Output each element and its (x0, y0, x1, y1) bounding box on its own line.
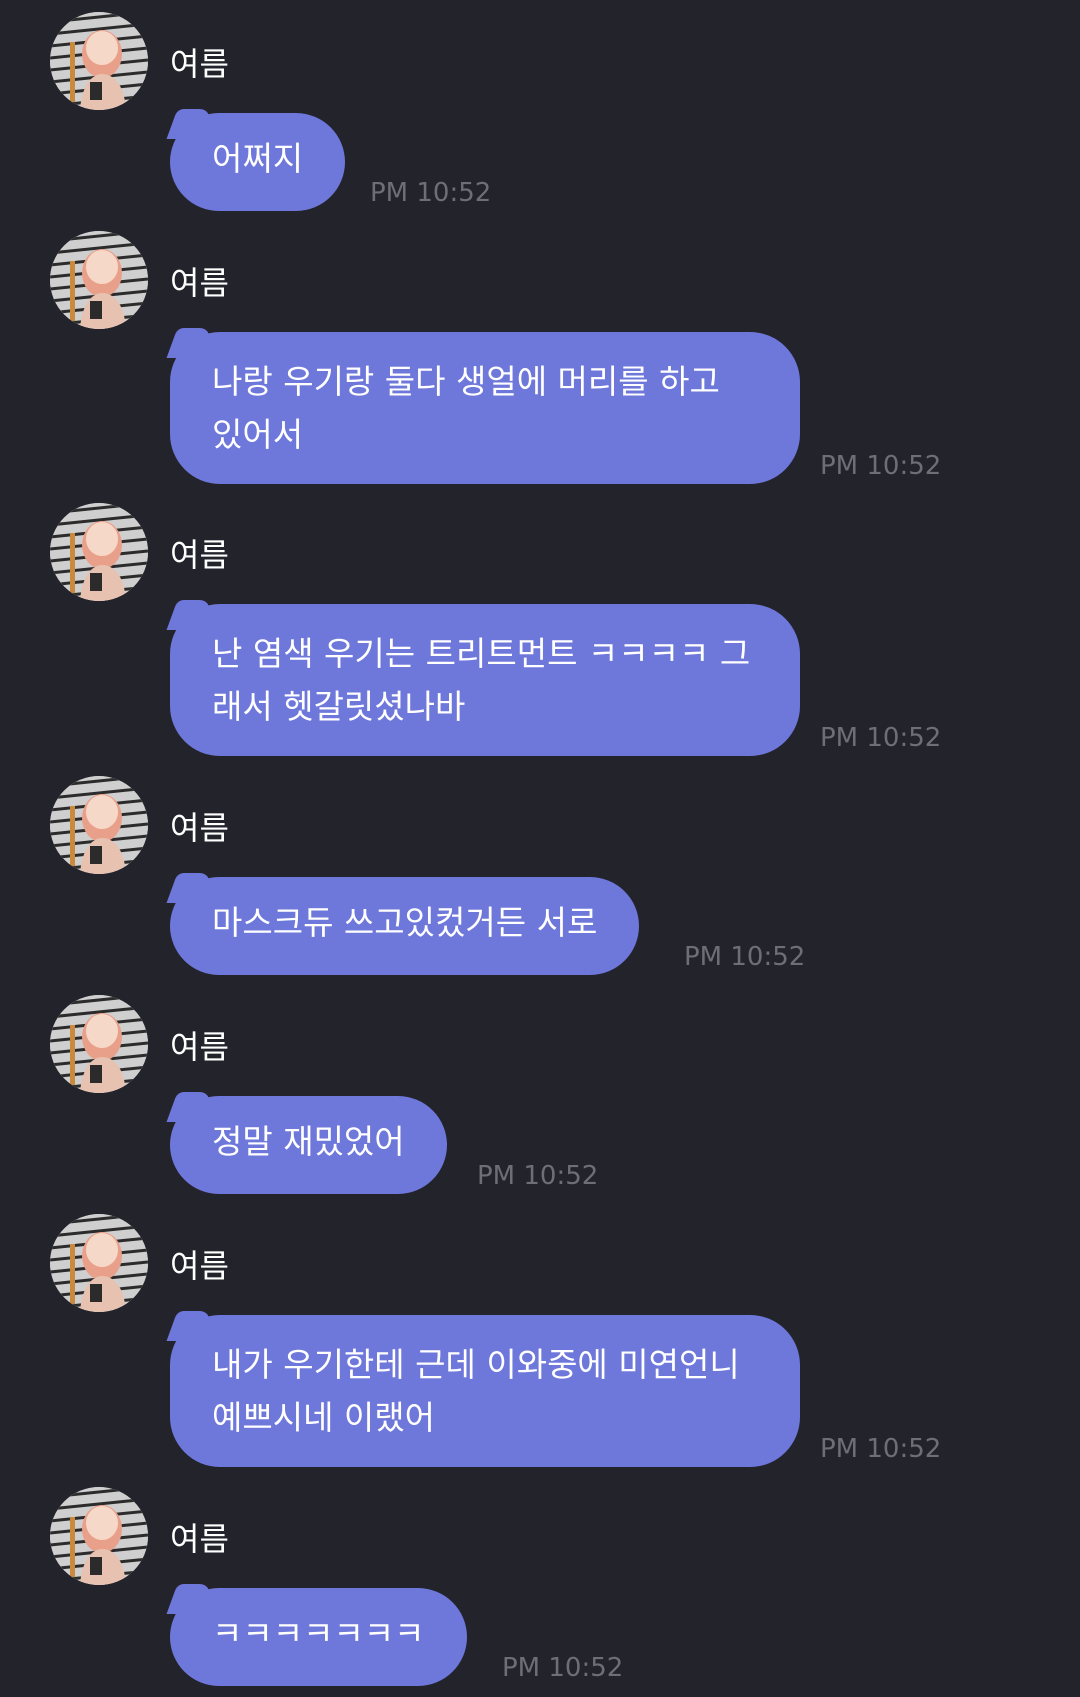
avatar[interactable] (50, 1487, 148, 1585)
chat-log: 여름 어쩌지 PM 10:52 여름 나랑 우기랑 둘다 생얼에 머리를 하고 … (0, 0, 1080, 1697)
message-bubble[interactable]: 나랑 우기랑 둘다 생얼에 머리를 하고 있어서 (170, 332, 800, 484)
message-group: 여름 내가 우기한테 근데 이와중에 미연언니 예쁘시네 이랬어 PM 10:5… (0, 1202, 1080, 1467)
message-group: 여름 마스크듀 쓰고있컸거든 서로 PM 10:52 (0, 764, 1080, 983)
message-text: 내가 우기한테 근데 이와중에 미연언니 예쁘시네 이랬어 (212, 1345, 740, 1437)
avatar[interactable] (50, 503, 148, 601)
sender-name: 여름 (170, 264, 229, 302)
avatar[interactable] (50, 12, 148, 110)
message-bubble-container: 나랑 우기랑 둘다 생얼에 머리를 하고 있어서 (170, 332, 800, 484)
message-bubble-container: 난 염색 우기는 트리트먼트 ㅋㅋㅋㅋ 그래서 헷갈릿셨나바 (170, 604, 800, 756)
avatar-photo-icon (50, 231, 148, 329)
message-group: 여름 난 염색 우기는 트리트먼트 ㅋㅋㅋㅋ 그래서 헷갈릿셨나바 PM 10:… (0, 491, 1080, 756)
message-group: 여름 어쩌지 PM 10:52 (0, 0, 1080, 219)
avatar[interactable] (50, 776, 148, 874)
message-bubble[interactable]: 내가 우기한테 근데 이와중에 미연언니 예쁘시네 이랬어 (170, 1315, 800, 1467)
message-bubble-container: 어쩌지 (170, 113, 346, 211)
message-timestamp: PM 10:52 (684, 942, 806, 972)
message-timestamp: PM 10:52 (820, 1434, 942, 1464)
message-text: 마스크듀 쓰고있컸거든 서로 (212, 903, 598, 942)
message-timestamp: PM 10:52 (820, 723, 942, 753)
avatar-photo-icon (50, 776, 148, 874)
avatar-photo-icon (50, 995, 148, 1093)
avatar[interactable] (50, 1214, 148, 1312)
message-group: 여름 ㅋㅋㅋㅋㅋㅋㅋ PM 10:52 (0, 1475, 1080, 1694)
message-timestamp: PM 10:52 (502, 1653, 624, 1683)
message-bubble-container: ㅋㅋㅋㅋㅋㅋㅋ (170, 1588, 467, 1686)
avatar-photo-icon (50, 1214, 148, 1312)
message-timestamp: PM 10:52 (820, 451, 942, 481)
sender-name: 여름 (170, 1028, 229, 1066)
message-bubble-container: 마스크듀 쓰고있컸거든 서로 (170, 877, 640, 975)
message-text: ㅋㅋㅋㅋㅋㅋㅋ (212, 1614, 425, 1653)
avatar-photo-icon (50, 1487, 148, 1585)
message-text: 나랑 우기랑 둘다 생얼에 머리를 하고 있어서 (212, 362, 720, 454)
message-timestamp: PM 10:52 (370, 178, 492, 208)
message-text: 어쩌지 (212, 139, 304, 178)
avatar-photo-icon (50, 12, 148, 110)
message-bubble[interactable]: 마스크듀 쓰고있컸거든 서로 (170, 877, 640, 975)
message-bubble-container: 내가 우기한테 근데 이와중에 미연언니 예쁘시네 이랬어 (170, 1315, 800, 1467)
message-bubble[interactable]: 어쩌지 (170, 113, 346, 211)
message-bubble-container: 정말 재밌었어 (170, 1096, 447, 1194)
message-bubble[interactable]: 난 염색 우기는 트리트먼트 ㅋㅋㅋㅋ 그래서 헷갈릿셨나바 (170, 604, 800, 756)
message-text: 난 염색 우기는 트리트먼트 ㅋㅋㅋㅋ 그래서 헷갈릿셨나바 (212, 634, 751, 726)
message-text: 정말 재밌었어 (212, 1122, 405, 1161)
sender-name: 여름 (170, 809, 229, 847)
sender-name: 여름 (170, 536, 229, 574)
message-timestamp: PM 10:52 (477, 1161, 599, 1191)
message-bubble[interactable]: 정말 재밌었어 (170, 1096, 447, 1194)
avatar-photo-icon (50, 503, 148, 601)
sender-name: 여름 (170, 1520, 229, 1558)
message-bubble[interactable]: ㅋㅋㅋㅋㅋㅋㅋ (170, 1588, 467, 1686)
sender-name: 여름 (170, 45, 229, 83)
message-group: 여름 정말 재밌었어 PM 10:52 (0, 983, 1080, 1202)
sender-name: 여름 (170, 1247, 229, 1285)
avatar[interactable] (50, 995, 148, 1093)
message-group: 여름 나랑 우기랑 둘다 생얼에 머리를 하고 있어서 PM 10:52 (0, 219, 1080, 484)
avatar[interactable] (50, 231, 148, 329)
